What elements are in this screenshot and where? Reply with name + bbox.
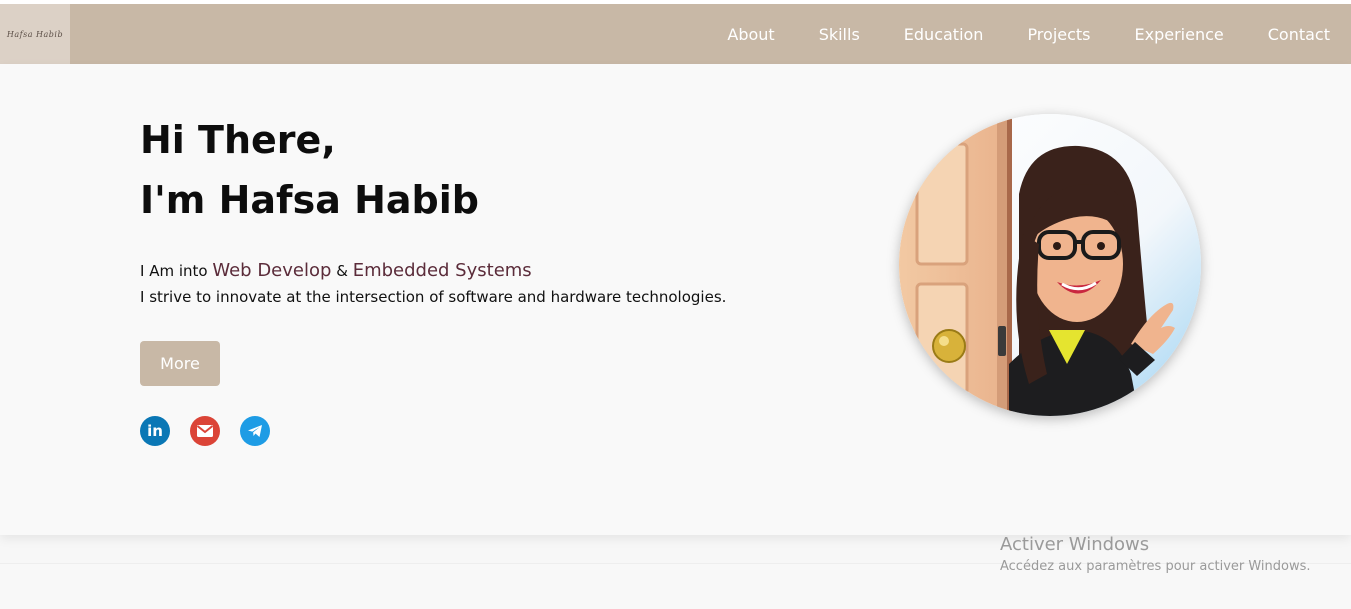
nav-projects[interactable]: Projects <box>1027 25 1090 44</box>
hero-greeting: Hi There, I'm Hafsa Habib <box>140 110 479 230</box>
navbar: Hafsa Habib About Skills Education Proje… <box>0 4 1351 64</box>
interest-embedded: Embedded Systems <box>352 260 532 281</box>
more-button[interactable]: More <box>140 341 220 386</box>
gmail-icon[interactable] <box>190 416 220 446</box>
logo-text: Hafsa Habib <box>6 29 64 39</box>
hero-section: Hi There, I'm Hafsa Habib I Am into Web … <box>0 64 1351 535</box>
social-links: in <box>140 416 270 446</box>
nav-links: About Skills Education Projects Experien… <box>727 4 1351 64</box>
watermark-title: Activer Windows <box>1000 534 1150 555</box>
avatar <box>899 114 1201 416</box>
intro-and: & <box>336 262 348 280</box>
nav-contact[interactable]: Contact <box>1268 25 1330 44</box>
greeting-line-1: Hi There, <box>140 118 336 162</box>
intro-line: I Am into Web Develop & Embedded Systems <box>140 260 532 281</box>
nav-about[interactable]: About <box>727 25 774 44</box>
intro-prefix: I Am into <box>140 262 208 280</box>
greeting-line-2: I'm Hafsa Habib <box>140 178 479 222</box>
linkedin-icon[interactable]: in <box>140 416 170 446</box>
logo[interactable]: Hafsa Habib <box>0 4 70 64</box>
tagline: I strive to innovate at the intersection… <box>140 288 727 306</box>
nav-education[interactable]: Education <box>904 25 984 44</box>
telegram-icon[interactable] <box>240 416 270 446</box>
watermark-subtitle: Accédez aux paramètres pour activer Wind… <box>1000 559 1311 574</box>
windows-activation-watermark: Activer Windows Accédez aux paramètres p… <box>1000 534 1311 574</box>
nav-experience[interactable]: Experience <box>1135 25 1224 44</box>
interest-web: Web Develop <box>212 260 332 281</box>
nav-skills[interactable]: Skills <box>819 25 860 44</box>
